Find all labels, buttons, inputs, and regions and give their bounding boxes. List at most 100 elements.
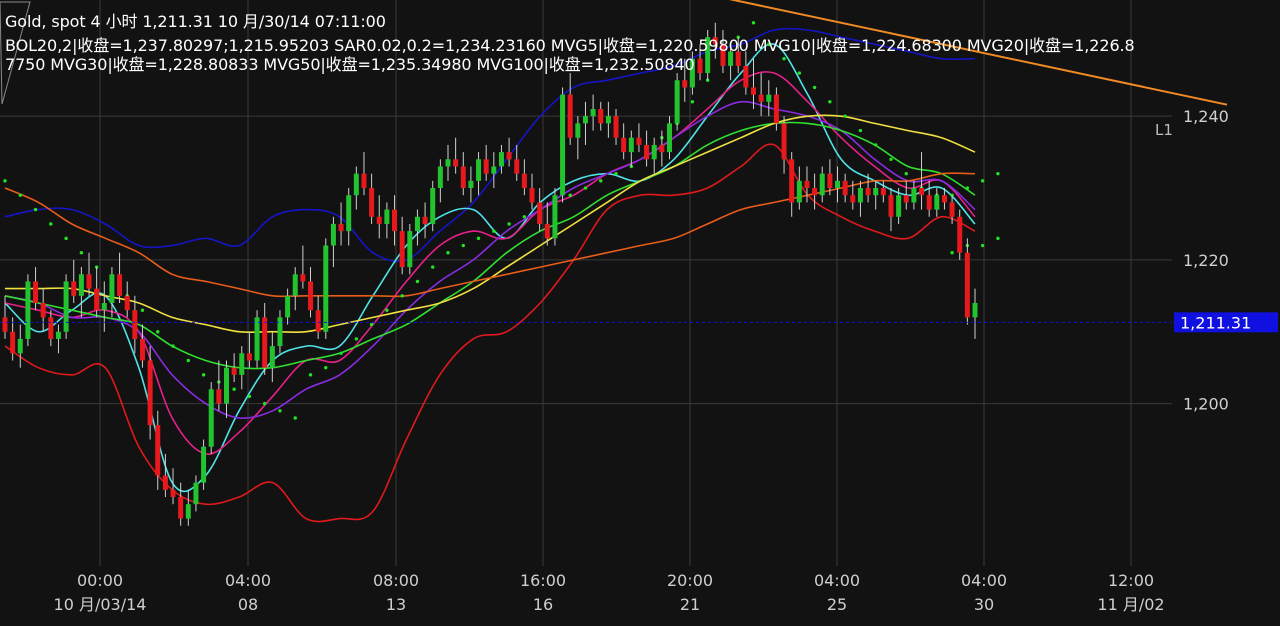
candle-body (613, 116, 619, 138)
candle-body (812, 188, 818, 196)
candle-body (246, 353, 252, 361)
candle-body (2, 317, 8, 332)
candle (789, 152, 795, 217)
candle-body (369, 188, 375, 217)
y-tick-label: 1,240 (1183, 107, 1229, 126)
candle (957, 209, 963, 260)
sar-dot (247, 394, 252, 399)
candle-body (315, 310, 321, 332)
candle-body (896, 195, 902, 217)
candle-body (659, 144, 665, 153)
sar-dot (599, 179, 603, 183)
x-tick-time: 00:00 (77, 571, 123, 590)
candle-body (407, 231, 413, 268)
candle (651, 137, 657, 174)
sar-dot (980, 243, 985, 248)
candle (346, 188, 352, 246)
candle-body (86, 274, 92, 289)
x-tick-date: 13 (386, 595, 406, 614)
candle (575, 116, 581, 160)
candle-body (605, 116, 611, 124)
sar-dot (415, 279, 420, 284)
sar-dot (950, 251, 954, 255)
sar-dot (369, 322, 374, 327)
candle (819, 166, 825, 203)
candle (201, 439, 207, 490)
indicator-legend: BOL20,2|收盘=1,237.80297;1,215.95203 SAR0.… (5, 36, 1135, 74)
chart-grid (0, 0, 1172, 566)
candle-body (789, 159, 795, 203)
candle (285, 288, 291, 325)
candle (40, 288, 46, 332)
sar-dot (492, 229, 496, 233)
candle (628, 130, 634, 167)
y-tick-label: 1,200 (1183, 395, 1229, 414)
candle (361, 152, 367, 196)
candle-body (628, 137, 634, 153)
candle (223, 360, 229, 418)
candle (453, 137, 459, 174)
candle-body (25, 281, 31, 339)
candle (109, 267, 115, 318)
line-mvg50 (4, 114, 976, 334)
sar-dot (186, 358, 191, 363)
candle-body (308, 281, 314, 311)
candle-body (560, 94, 566, 196)
candle (483, 144, 489, 181)
candle-body (529, 188, 535, 203)
candle (139, 324, 145, 368)
candle-body (117, 274, 123, 296)
candle-body (437, 166, 443, 189)
candle-body (835, 180, 841, 189)
sar-dot (583, 186, 588, 190)
sar-dot (171, 344, 175, 348)
candle-body (964, 252, 970, 318)
candle (873, 180, 879, 210)
candle (10, 317, 16, 361)
price-axis[interactable]: 1,240 1,220 1,200 (1183, 107, 1229, 413)
candle (514, 144, 520, 181)
sar-dot (904, 171, 908, 176)
candle (934, 188, 940, 217)
gold-price-chart[interactable]: L1 1,2401,2201,200 00:0010 月/03/1404:000… (0, 0, 1280, 626)
candle (147, 346, 153, 440)
x-tick-time: 04:00 (814, 571, 860, 590)
sar-dot (996, 171, 1000, 176)
sar-dot (980, 179, 985, 183)
candle-body (674, 80, 680, 124)
candle (835, 166, 841, 203)
candle (262, 303, 268, 375)
candle (231, 353, 237, 383)
candle (460, 152, 466, 196)
candle (94, 267, 100, 318)
candle (376, 195, 382, 239)
candle-body (40, 303, 46, 318)
candle-body (300, 274, 306, 282)
candle-body (239, 353, 245, 375)
candle-body (514, 159, 520, 174)
sar-dot (874, 143, 878, 147)
candle-body (926, 195, 932, 210)
candle (292, 267, 298, 311)
candle (71, 259, 77, 304)
sar-dot (812, 85, 817, 90)
candle (468, 166, 474, 203)
candle-body (201, 446, 207, 483)
candle (758, 73, 764, 117)
x-tick-time: 08:00 (373, 571, 419, 590)
candle (582, 101, 588, 145)
candle-body (353, 173, 359, 196)
candle (644, 130, 650, 167)
candle (666, 116, 672, 160)
sar-dot (751, 21, 756, 25)
candle-body (957, 216, 963, 253)
sar-dots (3, 21, 1000, 420)
candle-body (506, 152, 512, 160)
candle-body (796, 180, 802, 203)
candle-body (193, 482, 199, 505)
candle (308, 267, 314, 318)
time-axis[interactable]: 00:00 10 月/03/14 04:00 08 08:00 13 16:00 16 20:0… (54, 571, 1165, 614)
candle-body (468, 180, 474, 189)
sar-dot (3, 179, 7, 183)
candle (86, 252, 92, 296)
